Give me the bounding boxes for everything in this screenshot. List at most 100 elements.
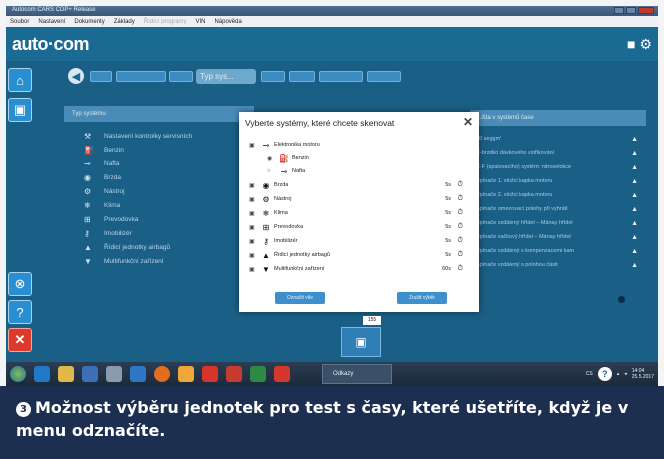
menu-vin[interactable]: VIN: [195, 19, 205, 25]
car-icon: ▣: [13, 102, 27, 117]
radio-button[interactable]: ◉: [267, 155, 276, 162]
menu-zaklady[interactable]: Základy: [114, 19, 135, 25]
warning-icon: ▲: [631, 192, 638, 199]
system-option-row[interactable]: ▣ ▼ Multifunkční zařízení 60s ⏱: [249, 263, 469, 275]
checkbox[interactable]: ▣: [249, 210, 258, 217]
gear-icon[interactable]: ⚙: [639, 37, 652, 51]
checkbox[interactable]: ▣: [249, 142, 258, 149]
select-all-button[interactable]: Označit vše: [275, 292, 325, 304]
list-item[interactable]: C-brzdko dávkového vstřikování ▲: [476, 150, 638, 159]
list-item[interactable]: ▲ Řídicí jednotky airbagů: [84, 243, 170, 252]
system-search-input[interactable]: Typ sys...: [196, 69, 256, 84]
filter-chip[interactable]: [367, 71, 401, 82]
checkbox[interactable]: ▣: [249, 224, 258, 231]
list-item[interactable]: ⚒ Nastavení kontrolky servisních: [84, 132, 192, 141]
list-item[interactable]: Spínače omezovací polohy při vyhrátí ▲: [476, 206, 638, 215]
folder-icon[interactable]: [58, 366, 74, 382]
list-item[interactable]: ⊸ Nafta: [84, 159, 120, 168]
list-item[interactable]: C-F (spalovacího) systém: nitroselokce ▲: [476, 164, 638, 173]
system-option-row[interactable]: ◉ ⛽ Benzin: [267, 152, 469, 164]
vci-button[interactable]: ⊗: [8, 272, 32, 296]
breadcrumb-chip[interactable]: [169, 71, 193, 82]
save-icon[interactable]: [82, 366, 98, 382]
filter-chip[interactable]: [289, 71, 315, 82]
list-item[interactable]: ⚙ Nástroj: [84, 187, 125, 196]
camera-icon[interactable]: ■: [627, 37, 635, 51]
list-item[interactable]: Spínače vzdálený hřídel – Mánay hřídel ▲: [476, 220, 638, 229]
climate-icon: ❄: [84, 201, 91, 210]
list-item[interactable]: Spínače 1. složci kapka motoru ▲: [476, 178, 638, 187]
gearbox-icon: ⊞: [262, 222, 270, 232]
window-controls: [614, 7, 654, 14]
list-item[interactable]: Spínače vzdálený s kompenzacemi kam ▲: [476, 248, 638, 257]
checkbox[interactable]: ▣: [249, 238, 258, 245]
home-button[interactable]: ⌂: [8, 68, 32, 92]
minimize-button[interactable]: [614, 7, 624, 14]
checkbox[interactable]: ▣: [249, 252, 258, 259]
menu-ridici-programy[interactable]: Řídící programy: [144, 19, 187, 25]
breadcrumb-chip[interactable]: [90, 71, 112, 82]
close-window-button[interactable]: [638, 7, 654, 14]
mail-icon[interactable]: [130, 366, 146, 382]
list-item[interactable]: ⚷ Imobilizér: [84, 229, 132, 238]
window-titlebar: Autocom CARS CDP+ Release: [6, 6, 658, 16]
taskbar-active-window[interactable]: Odkazy: [322, 364, 392, 384]
network-icon[interactable]: ▴: [617, 371, 620, 377]
powerpoint-icon[interactable]: [226, 366, 242, 382]
system-option-row[interactable]: ▣ ⚙ Nástroj 5s ⏱: [249, 193, 469, 205]
system-option-row[interactable]: ▣ ▲ Řídicí jednotky airbagů 5s ⏱: [249, 249, 469, 261]
list-item[interactable]: Spínače 2. složci kapka motoru ▲: [476, 192, 638, 201]
help-button[interactable]: ?: [8, 300, 32, 324]
start-button[interactable]: [10, 366, 26, 382]
checkbox[interactable]: ▣: [249, 196, 258, 203]
system-option-row[interactable]: ▣ ⊞ Prevodovka 5s ⏱: [249, 221, 469, 233]
list-item[interactable]: ▼ Multifunkční zařízení: [84, 257, 164, 266]
list-item[interactable]: Spínače vzdálený s polohou části ▲: [476, 262, 638, 271]
list-item[interactable]: 10 seggm' ▲: [476, 136, 638, 145]
airbag-icon: ▲: [262, 250, 270, 260]
list-item[interactable]: ❄ Klima: [84, 201, 120, 210]
system-option-row[interactable]: ▣ ⊸ Elektronika motoru: [249, 139, 469, 151]
menu-soubor[interactable]: Soubor: [10, 19, 29, 25]
pdf-icon[interactable]: [202, 366, 218, 382]
back-button[interactable]: ◀: [68, 68, 84, 84]
menu-dokumenty[interactable]: Dokumenty: [74, 19, 104, 25]
language-indicator[interactable]: CS: [586, 371, 593, 377]
firefox-icon[interactable]: [154, 366, 170, 382]
system-option-row[interactable]: ▣ ⚷ Imobilizér 5s ⏱: [249, 235, 469, 247]
start-scan-button[interactable]: ▣: [341, 327, 381, 357]
connection-icon: ⊗: [14, 276, 26, 291]
radio-button[interactable]: ○: [267, 168, 276, 174]
paint-icon[interactable]: [178, 366, 194, 382]
close-dialog-button[interactable]: ✕: [463, 115, 473, 129]
warning-icon: ▲: [631, 178, 638, 185]
maximize-button[interactable]: [626, 7, 636, 14]
breadcrumb-chip[interactable]: [116, 71, 166, 82]
filter-chip[interactable]: [319, 71, 363, 82]
help-icon[interactable]: ?: [597, 367, 612, 381]
diesel-icon: ⊸: [280, 166, 288, 176]
deselect-all-button[interactable]: Zrušit výběr: [397, 292, 447, 304]
volume-icon[interactable]: ◂: [624, 371, 627, 377]
clock[interactable]: 14:04 25.5.2017: [632, 368, 654, 380]
system-option-row[interactable]: ▣ ❄ Klima 5s ⏱: [249, 207, 469, 219]
petrol-icon: ⛽: [279, 153, 289, 163]
system-option-row[interactable]: ▣ ◉ Brzda 5s ⏱: [249, 179, 469, 191]
checkbox[interactable]: ▣: [249, 182, 258, 189]
excel-icon[interactable]: [250, 366, 266, 382]
ie-icon[interactable]: [34, 366, 50, 382]
filter-chip[interactable]: [261, 71, 285, 82]
autocom-taskbar-icon[interactable]: [274, 366, 290, 382]
menu-napoveda[interactable]: Nápověda: [214, 19, 241, 25]
checkbox[interactable]: ▣: [249, 266, 258, 273]
list-item[interactable]: ◉ Brzda: [84, 173, 121, 182]
menu-nastaveni[interactable]: Nastavení: [38, 19, 65, 25]
list-item[interactable]: ⛽ Benzin: [84, 146, 124, 155]
list-item[interactable]: ⊞ Prevodovka: [84, 215, 138, 224]
exit-button[interactable]: ✕: [8, 328, 32, 352]
vehicle-button[interactable]: ▣: [8, 98, 32, 122]
home-icon: ⌂: [16, 72, 24, 88]
media-icon[interactable]: [106, 366, 122, 382]
list-item[interactable]: Spínače vačkový hřídel – Mánay hřídel ▲: [476, 234, 638, 243]
system-option-row[interactable]: ○ ⊸ Nafta: [267, 165, 469, 177]
